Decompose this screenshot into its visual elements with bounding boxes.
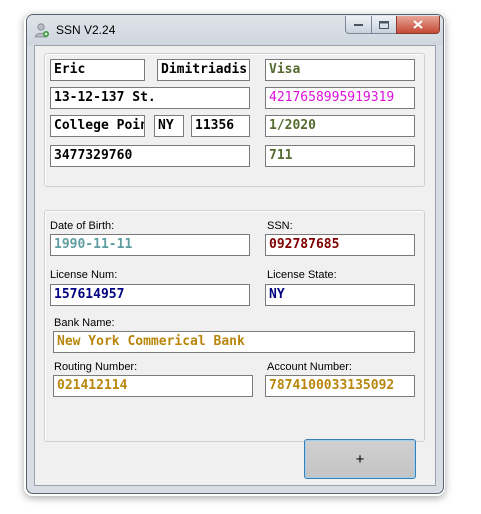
card-type-field[interactable]: Visa: [265, 59, 415, 81]
ssn-label: SSN:: [267, 220, 293, 232]
title-bar[interactable]: SSN V2.24: [27, 15, 443, 45]
city-field[interactable]: College Point: [50, 115, 145, 137]
state-field[interactable]: NY: [154, 115, 184, 137]
dob-label: Date of Birth:: [50, 220, 115, 232]
routing-label: Routing Number:: [54, 361, 138, 373]
ssn-field[interactable]: 092787685: [265, 234, 415, 256]
expiry-field[interactable]: 1/2020: [265, 115, 415, 137]
zip-field[interactable]: 11356: [191, 115, 250, 137]
last-name-field[interactable]: Dimitriadis: [157, 59, 250, 81]
street-field[interactable]: 13-12-137 St.: [50, 87, 250, 109]
bank-name-field[interactable]: New York Commerical Bank: [53, 331, 415, 353]
routing-field[interactable]: 021412114: [53, 375, 253, 397]
minimize-icon: [354, 23, 363, 26]
license-num-field[interactable]: 157614957: [50, 284, 250, 306]
minimize-button[interactable]: [345, 16, 372, 34]
close-button[interactable]: [396, 16, 440, 34]
add-button[interactable]: +: [304, 439, 416, 479]
maximize-icon: [379, 20, 389, 29]
dob-field[interactable]: 1990-11-11: [50, 234, 250, 256]
license-state-label: License State:: [267, 269, 337, 281]
cvv-field[interactable]: 711: [265, 145, 415, 167]
user-icon: [35, 23, 49, 38]
maximize-button[interactable]: [371, 16, 397, 34]
card-number-field[interactable]: 4217658995919319: [265, 87, 415, 109]
phone-field[interactable]: 3477329760: [50, 145, 250, 167]
close-icon: [413, 20, 423, 29]
window-title: SSN V2.24: [56, 23, 116, 37]
app-window: SSN V2.24 Eric Dimitriadis Visa 13-12-13…: [26, 14, 444, 494]
bank-name-label: Bank Name:: [54, 317, 115, 329]
license-state-field[interactable]: NY: [265, 284, 415, 306]
account-label: Account Number:: [267, 361, 352, 373]
first-name-field[interactable]: Eric: [50, 59, 145, 81]
license-num-label: License Num:: [50, 269, 118, 281]
client-area: Eric Dimitriadis Visa 13-12-137 St. 4217…: [34, 45, 436, 486]
account-field[interactable]: 7874100033135092: [265, 375, 415, 397]
